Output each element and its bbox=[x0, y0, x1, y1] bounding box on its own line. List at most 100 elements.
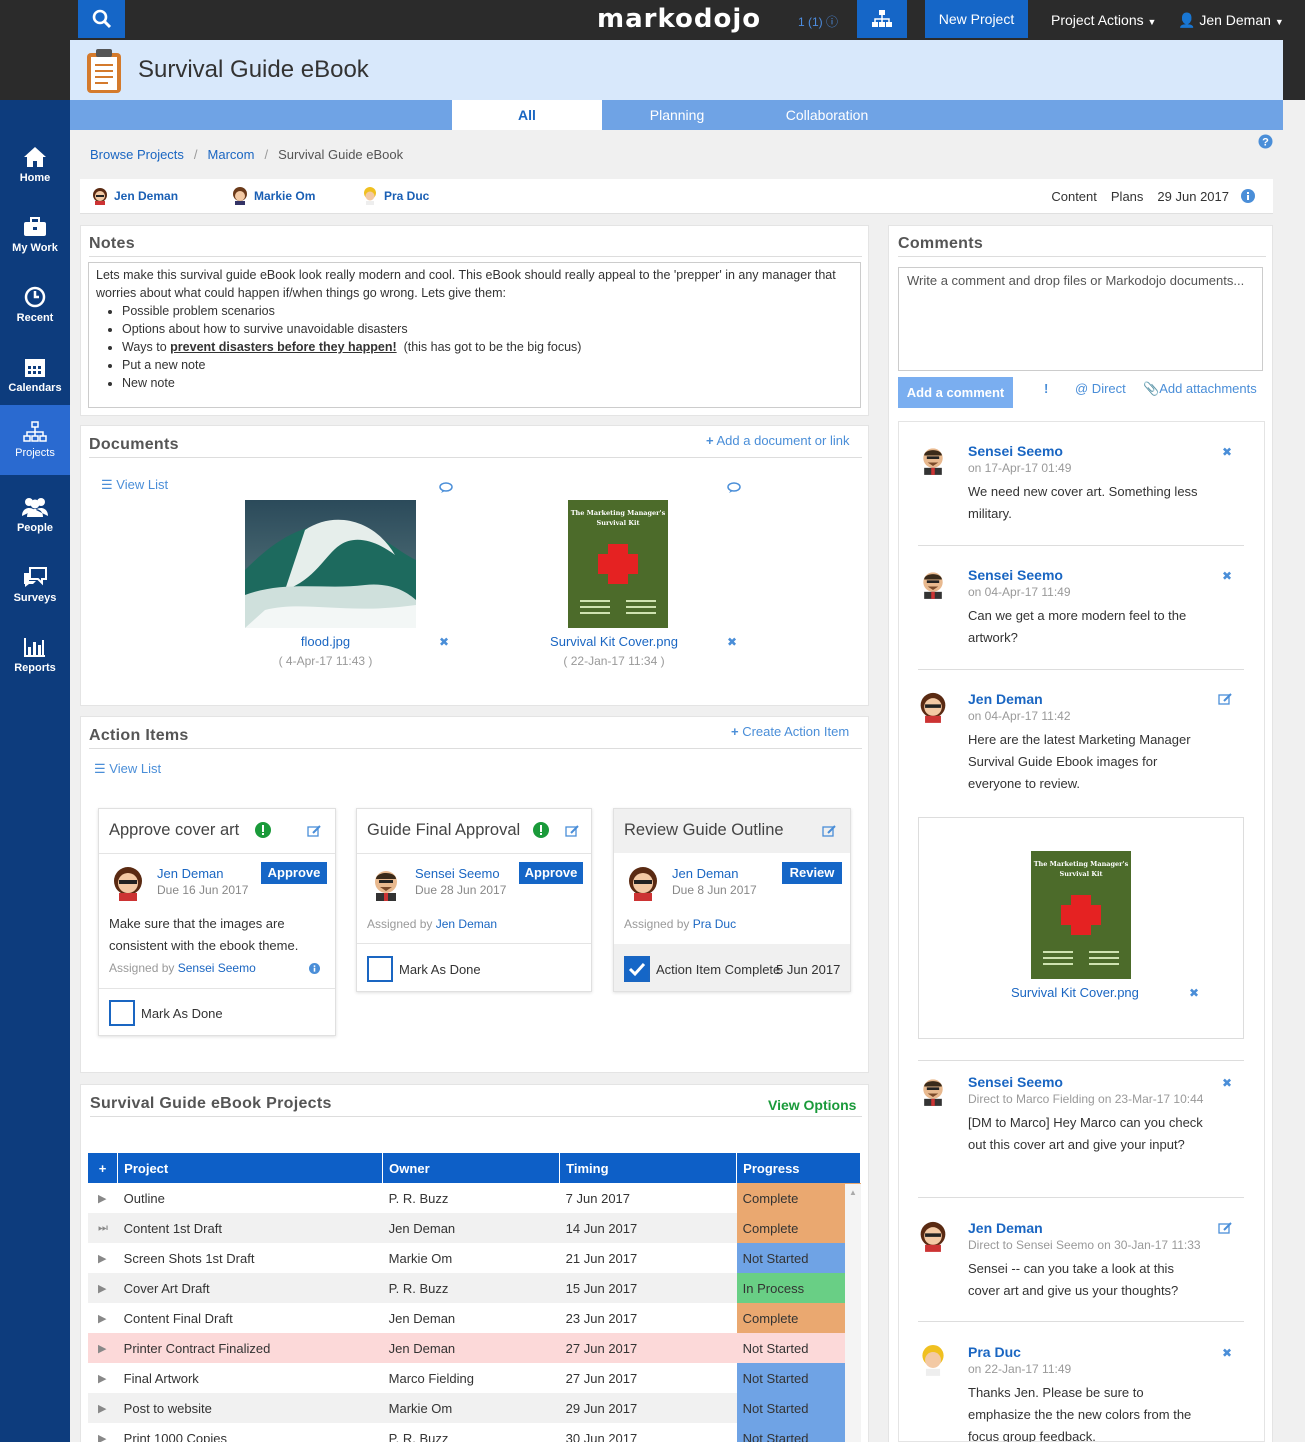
table-row[interactable]: ▶ Printer Contract Finalized Jen Deman 27 J… bbox=[88, 1333, 861, 1363]
documents-view-list[interactable]: ☰ View List bbox=[101, 477, 168, 493]
table-row[interactable]: ▶ Screen Shots 1st Draft Markie Om 21 Jun 2… bbox=[88, 1243, 861, 1273]
column-header-project[interactable]: Project bbox=[117, 1153, 384, 1183]
project-cell[interactable]: Content Final Draft bbox=[118, 1303, 383, 1333]
assigned-by-name[interactable]: Pra Duc bbox=[693, 917, 736, 931]
comment-author[interactable]: Pra Duc bbox=[968, 1344, 1021, 1360]
close-icon[interactable]: ✖ bbox=[1222, 445, 1232, 459]
table-row[interactable]: ▶ Outline P. R. Buzz 7 Jun 2017 Complete bbox=[88, 1183, 861, 1213]
close-icon[interactable]: ✖ bbox=[727, 635, 737, 649]
sidebar-item-home[interactable]: Home bbox=[0, 130, 70, 200]
notes-editor[interactable]: Lets make this survival guide eBook look… bbox=[88, 262, 861, 408]
expand-icon[interactable]: ⏭ bbox=[88, 1213, 118, 1243]
edit-icon[interactable] bbox=[1218, 1222, 1232, 1234]
expand-icon[interactable]: ▶ bbox=[88, 1243, 118, 1273]
edit-icon[interactable] bbox=[822, 825, 836, 837]
tab-planning[interactable]: Planning bbox=[602, 100, 752, 130]
app-logo[interactable]: markodojo bbox=[597, 4, 761, 34]
project-actions-menu[interactable]: Project Actions ▼ bbox=[1051, 12, 1156, 28]
table-row[interactable]: ▶ Content Final Draft Jen Deman 23 Jun 2017… bbox=[88, 1303, 861, 1333]
edit-icon[interactable] bbox=[565, 825, 579, 837]
column-header-owner[interactable]: Owner bbox=[382, 1153, 561, 1183]
table-row[interactable]: ▶ Final Artwork Marco Fielding 27 Jun 2017 N… bbox=[88, 1363, 861, 1393]
expand-icon[interactable]: ▶ bbox=[88, 1363, 118, 1393]
table-row[interactable]: ▶ Post to website Markie Om 29 Jun 2017 Not … bbox=[88, 1393, 861, 1423]
comment-author[interactable]: Jen Deman bbox=[968, 691, 1043, 707]
add-document-link[interactable]: + Add a document or link bbox=[706, 433, 849, 448]
table-scrollbar[interactable]: ▲ bbox=[845, 1184, 861, 1442]
flood-thumbnail[interactable] bbox=[245, 500, 416, 628]
review-button[interactable]: Review bbox=[782, 862, 842, 884]
team-member[interactable]: Pra Duc bbox=[362, 187, 429, 205]
sidebar-item-projects[interactable]: Projects bbox=[0, 405, 70, 475]
edit-icon[interactable] bbox=[1218, 693, 1232, 705]
important-flag[interactable]: ! bbox=[1044, 381, 1048, 396]
breadcrumb-marcom[interactable]: Marcom bbox=[208, 147, 255, 162]
assignee-name[interactable]: Jen Deman bbox=[672, 866, 738, 881]
create-action-item-link[interactable]: + Create Action Item bbox=[731, 724, 849, 739]
expand-icon[interactable]: ▶ bbox=[88, 1183, 118, 1213]
sidebar-item-calendars[interactable]: Calendars bbox=[0, 340, 70, 410]
expand-icon[interactable]: ▶ bbox=[88, 1423, 118, 1442]
column-header-progress[interactable]: Progress bbox=[736, 1153, 861, 1183]
add-attachments-link[interactable]: 📎Add attachments bbox=[1143, 381, 1257, 397]
document-name[interactable]: flood.jpg bbox=[301, 634, 350, 649]
completed-checkbox[interactable] bbox=[624, 956, 650, 982]
project-cell[interactable]: Outline bbox=[118, 1183, 383, 1213]
mark-done-checkbox[interactable] bbox=[367, 956, 393, 982]
add-row-icon[interactable]: + bbox=[88, 1153, 119, 1183]
project-cell[interactable]: Print 1000 Copies bbox=[118, 1423, 383, 1442]
comment-author[interactable]: Sensei Seemo bbox=[968, 567, 1063, 583]
comment-icon[interactable] bbox=[439, 482, 453, 494]
breadcrumb-browse-projects[interactable]: Browse Projects bbox=[90, 147, 184, 162]
sidebar-item-recent[interactable]: Recent bbox=[0, 270, 70, 340]
tab-collaboration[interactable]: Collaboration bbox=[752, 100, 902, 130]
project-cell[interactable]: Final Artwork bbox=[118, 1363, 383, 1393]
user-menu[interactable]: 👤 Jen Deman ▼ bbox=[1178, 12, 1284, 29]
comment-author[interactable]: Jen Deman bbox=[968, 1220, 1043, 1236]
info-icon[interactable] bbox=[1241, 189, 1255, 203]
approve-button[interactable]: Approve bbox=[261, 862, 327, 884]
edit-icon[interactable] bbox=[307, 825, 321, 837]
project-cell[interactable]: Post to website bbox=[117, 1393, 383, 1423]
content-link[interactable]: Content bbox=[1051, 189, 1097, 204]
sidebar-item-reports[interactable]: Reports bbox=[0, 620, 70, 690]
project-cell[interactable]: Cover Art Draft bbox=[117, 1273, 383, 1303]
scroll-up-icon[interactable]: ▲ bbox=[845, 1188, 861, 1197]
close-icon[interactable]: ✖ bbox=[439, 635, 449, 649]
team-member[interactable]: Markie Om bbox=[232, 187, 315, 205]
table-row[interactable]: ⏭ Content 1st Draft Jen Deman 14 Jun 2017 Co… bbox=[88, 1213, 861, 1243]
info-icon[interactable] bbox=[309, 963, 320, 974]
org-chart-button[interactable] bbox=[857, 0, 907, 38]
table-row[interactable]: ▶ Cover Art Draft P. R. Buzz 15 Jun 2017 In … bbox=[88, 1273, 861, 1303]
new-project-button[interactable]: New Project bbox=[925, 0, 1028, 38]
assignee-name[interactable]: Jen Deman bbox=[157, 866, 223, 881]
comment-input[interactable]: Write a comment and drop files or Markod… bbox=[898, 267, 1263, 371]
attachment-name[interactable]: Survival Kit Cover.png bbox=[1011, 985, 1139, 1000]
help-icon[interactable]: ? bbox=[1258, 134, 1273, 149]
expand-icon[interactable]: ▶ bbox=[88, 1273, 118, 1303]
direct-message-link[interactable]: @ Direct bbox=[1075, 381, 1126, 396]
sidebar-item-surveys[interactable]: Surveys bbox=[0, 550, 70, 620]
cover-thumbnail[interactable]: The Marketing Manager's Survival Kit bbox=[568, 500, 668, 628]
sidebar-item-my-work[interactable]: My Work bbox=[0, 200, 70, 270]
assigned-by-name[interactable]: Sensei Seemo bbox=[178, 961, 256, 975]
expand-icon[interactable]: ▶ bbox=[88, 1393, 118, 1423]
assignee-name[interactable]: Sensei Seemo bbox=[415, 866, 500, 881]
sidebar-item-people[interactable]: People bbox=[0, 480, 70, 550]
comment-author[interactable]: Sensei Seemo bbox=[968, 1074, 1063, 1090]
column-header-timing[interactable]: Timing bbox=[559, 1153, 738, 1183]
expand-icon[interactable]: ▶ bbox=[88, 1303, 118, 1333]
project-cell[interactable]: Printer Contract Finalized bbox=[117, 1333, 383, 1363]
project-cell[interactable]: Screen Shots 1st Draft bbox=[118, 1243, 383, 1273]
comment-icon[interactable] bbox=[727, 482, 741, 494]
tab-all[interactable]: All bbox=[452, 100, 602, 130]
search-button[interactable] bbox=[78, 0, 125, 38]
cover-thumbnail[interactable]: The Marketing Manager's Survival Kit bbox=[1031, 851, 1131, 979]
add-comment-button[interactable]: Add a comment bbox=[898, 377, 1013, 408]
assigned-by-name[interactable]: Jen Deman bbox=[436, 917, 497, 931]
close-icon[interactable]: ✖ bbox=[1189, 986, 1199, 1000]
notifications[interactable]: 1 (1) ⓘ bbox=[798, 13, 838, 30]
close-icon[interactable]: ✖ bbox=[1222, 569, 1232, 583]
project-cell[interactable]: Content 1st Draft bbox=[117, 1213, 383, 1243]
approve-button[interactable]: Approve bbox=[519, 862, 583, 884]
